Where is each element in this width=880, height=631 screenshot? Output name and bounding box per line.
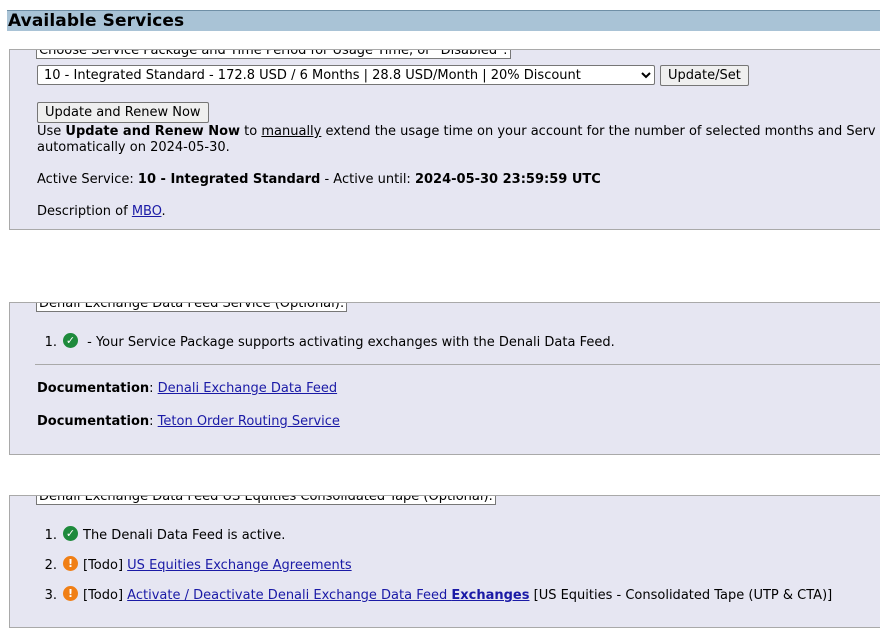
list-number: 3. xyxy=(44,588,57,603)
denali-feed-legend: Denali Exchange Data Feed Service (Optio… xyxy=(36,303,348,312)
update-set-button[interactable]: Update/Set xyxy=(660,65,749,86)
check-circle-icon: ✓ xyxy=(63,526,78,541)
list-number: 2. xyxy=(44,558,57,573)
renew-help-text-line2: automatically on 2024-05-30. xyxy=(37,140,230,155)
list-text: The Denali Data Feed is active. xyxy=(83,528,286,543)
service-package-panel: Choose Service Package and Time Period f… xyxy=(9,49,880,230)
help-bold: Update and Renew Now xyxy=(65,124,241,139)
description-suffix: . xyxy=(161,204,166,219)
todo-prefix: [Todo] xyxy=(83,558,128,573)
help-manually: manually xyxy=(261,124,322,139)
description-prefix: Description of xyxy=(37,204,132,219)
service-package-legend: Choose Service Package and Time Period f… xyxy=(36,50,511,59)
exchange-agreements-link[interactable]: US Equities Exchange Agreements xyxy=(127,558,351,573)
check-circle-icon: ✓ xyxy=(63,333,78,348)
help-use: Use xyxy=(37,124,66,139)
active-until-label: - Active until: xyxy=(320,172,415,187)
documentation-label: Documentation xyxy=(37,414,150,429)
consolidated-tape-legend: Denali Exchange Data Feed US Equities Co… xyxy=(36,496,496,505)
denali-feed-panel: Denali Exchange Data Feed Service (Optio… xyxy=(9,302,880,455)
teton-routing-doc-link[interactable]: Teton Order Routing Service xyxy=(158,414,340,429)
exclamation-circle-icon: ! xyxy=(63,556,78,571)
documentation-colon: : xyxy=(149,414,158,429)
activate-exchanges-link[interactable]: Activate / Deactivate Denali Exchange Da… xyxy=(127,588,529,603)
active-prefix: Active Service: xyxy=(37,172,138,187)
list-text: - Your Service Package supports activati… xyxy=(83,335,615,350)
activate-exchanges-link-bold[interactable]: Exchanges xyxy=(451,588,529,603)
page-title: Available Services xyxy=(8,11,185,31)
documentation-colon: : xyxy=(149,381,158,396)
mbo-link[interactable]: MBO xyxy=(132,204,162,219)
documentation-label: Documentation xyxy=(37,381,150,396)
description-line: Description of MBO. xyxy=(37,204,166,220)
documentation-line: Documentation: Teton Order Routing Servi… xyxy=(37,414,340,430)
help-to: to xyxy=(240,124,262,139)
service-package-select[interactable]: 10 - Integrated Standard - 172.8 USD / 6… xyxy=(37,65,655,85)
active-until-value: 2024-05-30 23:59:59 UTC xyxy=(414,172,601,187)
denali-data-feed-doc-link[interactable]: Denali Exchange Data Feed xyxy=(158,381,337,396)
update-renew-button[interactable]: Update and Renew Now xyxy=(37,102,209,123)
consolidated-tape-panel: Denali Exchange Data Feed US Equities Co… xyxy=(9,495,880,628)
help-rest: extend the usage time on your account fo… xyxy=(321,124,876,139)
divider xyxy=(35,364,880,365)
exclamation-circle-icon: ! xyxy=(63,586,78,601)
renew-help-text: Use Update and Renew Now to manually ext… xyxy=(37,124,876,140)
activate-exchanges-link-text[interactable]: Activate / Deactivate Denali Exchange Da… xyxy=(127,588,451,603)
page-header: Available Services xyxy=(7,10,880,31)
list-item: 2.! [Todo] US Equities Exchange Agreement… xyxy=(37,556,352,574)
list-number: 1. xyxy=(44,335,57,350)
active-service-line: Active Service: 10 - Integrated Standard… xyxy=(37,172,601,188)
list-number: 1. xyxy=(44,528,57,543)
active-service-name: 10 - Integrated Standard xyxy=(137,172,321,187)
list-item: 1. ✓ The Denali Data Feed is active. xyxy=(37,526,285,544)
documentation-line: Documentation: Denali Exchange Data Feed xyxy=(37,381,337,397)
list-item: 3.! [Todo] Activate / Deactivate Denali E… xyxy=(37,586,832,604)
list-item: 1. ✓ - Your Service Package supports acti… xyxy=(37,333,615,351)
todo-prefix: [Todo] xyxy=(83,588,128,603)
todo-suffix: [US Equities - Consolidated Tape (UTP & … xyxy=(529,588,833,603)
